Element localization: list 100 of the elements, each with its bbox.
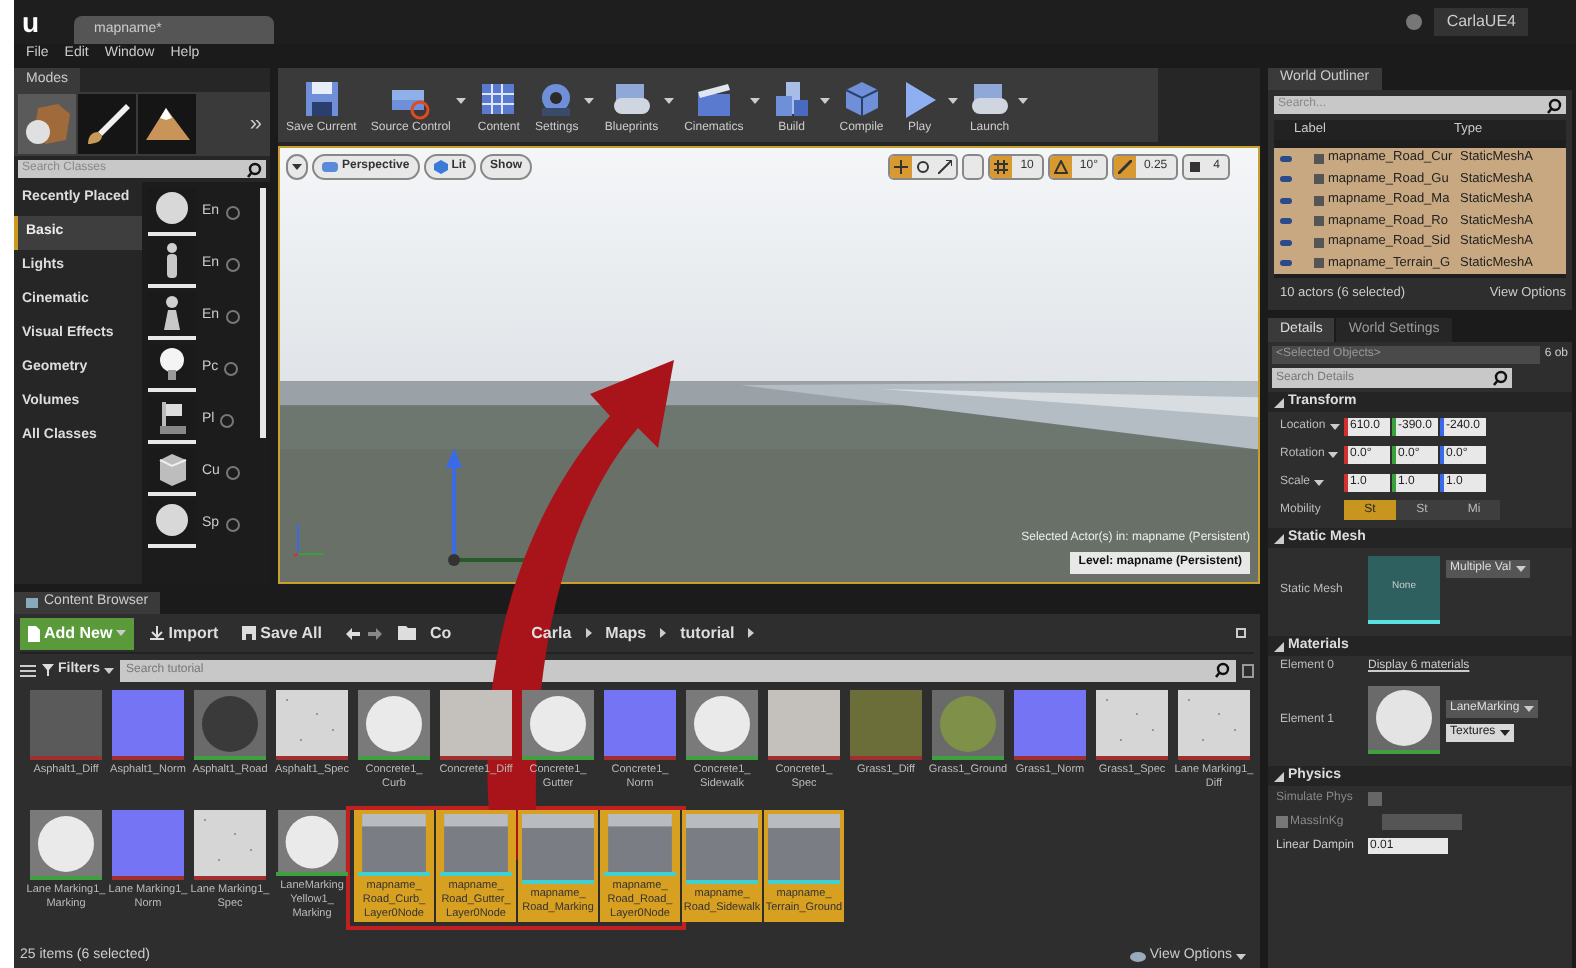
dropdown-arrow[interactable]	[947, 97, 958, 103]
help-icon	[225, 309, 240, 323]
material-thumbnail	[30, 690, 102, 756]
dropdown-arrow[interactable]	[819, 97, 830, 103]
material-thumbnail	[604, 814, 676, 873]
forward-arrow-icon[interactable]	[367, 627, 382, 639]
material-thumbnail	[440, 814, 512, 873]
eye-icon[interactable]	[1280, 197, 1292, 204]
list-icon[interactable]	[20, 663, 36, 677]
caret-icon	[1523, 705, 1534, 711]
help-icon	[225, 257, 240, 271]
move-tool-icon[interactable]	[890, 156, 913, 178]
back-arrow-icon[interactable]	[345, 627, 360, 639]
material-thumbnail	[1096, 690, 1168, 756]
breadcrumb-link[interactable]: tutorial	[680, 621, 735, 645]
import-button[interactable]: Import	[142, 617, 227, 649]
dropdown-arrow[interactable]	[1017, 97, 1028, 103]
material-thumbnail	[30, 810, 102, 876]
light-bulb-icon	[148, 344, 196, 392]
chevron-icon	[748, 628, 755, 638]
checkbox[interactable]	[1368, 791, 1382, 805]
mode-tab[interactable]	[138, 94, 196, 154]
engine-logo: u	[22, 3, 42, 41]
download-icon	[150, 626, 165, 640]
caret-icon	[104, 667, 115, 673]
chevron-icon	[660, 628, 667, 638]
caret-icon	[584, 97, 595, 103]
material-thumbnail	[276, 810, 348, 873]
material-thumbnail	[850, 690, 922, 756]
help-icon	[225, 517, 240, 531]
help-icon	[225, 205, 240, 219]
project-label: CarlaUE4	[1434, 8, 1528, 36]
material-thumbnail	[768, 690, 840, 756]
caret-icon	[1329, 423, 1340, 429]
cube-icon	[433, 160, 448, 174]
material-thumbnail	[686, 690, 758, 756]
search-icon	[1546, 97, 1562, 113]
flag-icon	[148, 396, 196, 444]
more-button[interactable]: »	[249, 107, 266, 141]
breadcrumb-link[interactable]: Maps	[605, 621, 647, 645]
gamepad-icon	[967, 78, 1012, 120]
rotate-tool-icon[interactable]	[912, 156, 935, 178]
caret-icon	[1515, 566, 1526, 572]
collapse-triangle-icon[interactable]	[1274, 641, 1284, 651]
camera-icon	[322, 162, 338, 172]
figure-icon	[148, 240, 196, 288]
breadcrumb-link[interactable]: Co	[429, 621, 452, 645]
dropdown-arrow[interactable]	[749, 97, 760, 103]
material-thumbnail	[358, 814, 430, 873]
caret-icon	[1499, 729, 1510, 735]
caret-icon	[292, 164, 302, 170]
search-icon	[1214, 662, 1230, 678]
caret-icon	[1328, 451, 1339, 457]
material-thumbnail	[358, 690, 430, 756]
material-thumbnail	[686, 814, 758, 880]
eye-icon[interactable]	[1280, 176, 1292, 183]
help-icon	[224, 361, 239, 375]
cube-sphere-icon	[21, 100, 73, 148]
material-thumbnail	[194, 810, 266, 876]
material-thumbnail	[1014, 690, 1086, 756]
dropdown-arrow[interactable]	[456, 97, 467, 103]
material-thumbnail	[112, 810, 184, 876]
collapse-triangle-icon[interactable]	[1274, 533, 1284, 543]
material-thumbnail	[1178, 690, 1250, 756]
caret-icon	[116, 630, 127, 636]
caret-icon	[664, 97, 675, 103]
caret-icon	[1314, 479, 1325, 485]
caret-icon	[749, 97, 760, 103]
gamepad-icon	[609, 78, 654, 120]
eye-icon	[1129, 951, 1146, 961]
caret-icon	[456, 97, 467, 103]
checkbox[interactable]	[1276, 816, 1288, 828]
eye-icon[interactable]	[1280, 260, 1292, 267]
eye-icon[interactable]	[1280, 155, 1292, 162]
eye-icon[interactable]	[1280, 218, 1292, 225]
user-avatar-icon	[1406, 14, 1423, 30]
help-icon	[225, 465, 240, 479]
funnel-icon	[42, 664, 54, 676]
caret-icon	[1017, 97, 1028, 103]
chevron-icon	[585, 628, 592, 638]
save-all-button[interactable]: Save All	[234, 617, 330, 649]
material-thumbnail	[932, 690, 1004, 756]
material-thumbnail	[440, 690, 512, 756]
number-field	[1382, 814, 1462, 830]
axis-indicator-icon	[292, 518, 328, 558]
dropdown-arrow[interactable]	[584, 97, 595, 103]
caret-icon	[819, 97, 830, 103]
scale-tool-icon[interactable]	[934, 156, 957, 178]
mode-tab[interactable]	[78, 94, 136, 154]
file-icon	[28, 625, 40, 641]
eye-icon[interactable]	[1280, 239, 1292, 246]
material-thumbnail	[522, 814, 594, 880]
caret-icon	[1236, 953, 1246, 959]
material-thumbnail[interactable]	[1368, 686, 1440, 754]
material-thumbnail	[276, 690, 348, 756]
collapse-triangle-icon[interactable]	[1274, 771, 1284, 781]
dropdown-arrow[interactable]	[664, 97, 675, 103]
collapse-triangle-icon[interactable]	[1274, 397, 1284, 407]
search-icon	[246, 161, 262, 177]
cube-icon	[148, 448, 196, 496]
